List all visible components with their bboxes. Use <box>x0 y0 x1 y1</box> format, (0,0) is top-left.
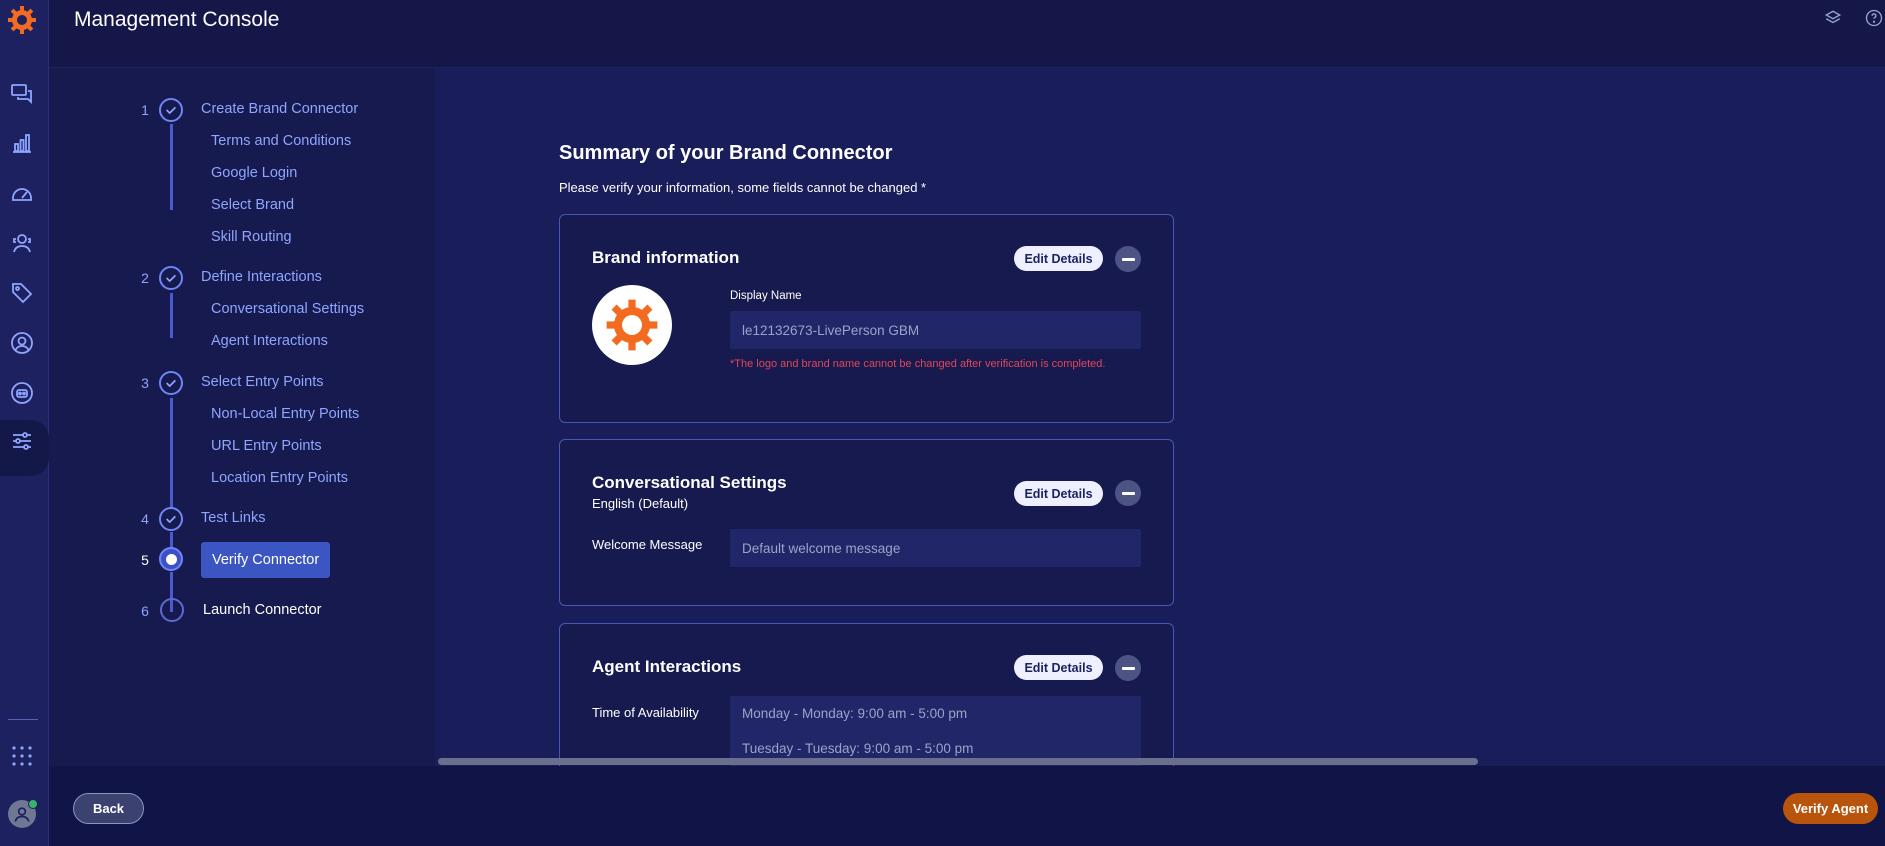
substep-skill-routing[interactable]: Skill Routing <box>211 229 292 245</box>
substep-terms-and-conditions[interactable]: Terms and Conditions <box>211 133 351 149</box>
page-subtitle: Please verify your information, some fie… <box>559 180 927 195</box>
step-complete-icon <box>159 266 183 290</box>
step-number: 1 <box>141 102 149 118</box>
step-connector <box>170 124 173 210</box>
rail-divider <box>8 719 38 720</box>
bot-icon[interactable] <box>9 380 35 406</box>
tag-icon[interactable] <box>9 280 35 306</box>
horizontal-scrollbar[interactable] <box>438 758 1478 765</box>
step-number: 3 <box>141 375 149 391</box>
availability-field: Monday - Monday: 9:00 am - 5:00 pm Tuesd… <box>730 696 1141 766</box>
substep-google-login[interactable]: Google Login <box>211 165 297 181</box>
step-complete-icon <box>159 371 183 395</box>
wizard-stepper: 1 Create Brand Connector Terms and Condi… <box>49 68 435 766</box>
app-title: Management Console <box>74 8 280 31</box>
apps-grid-icon[interactable] <box>9 743 35 769</box>
welcome-message-field: Default welcome message <box>730 529 1141 567</box>
footer-bar: Back Verify Agent <box>49 766 1885 846</box>
analytics-icon[interactable] <box>9 130 35 156</box>
step-define-interactions[interactable]: Define Interactions <box>201 269 322 285</box>
step-complete-icon <box>159 98 183 122</box>
settings-sliders-icon[interactable] <box>9 428 35 454</box>
agent-icon[interactable] <box>9 230 35 256</box>
substep-select-brand[interactable]: Select Brand <box>211 197 294 213</box>
substep-location-entry-points[interactable]: Location Entry Points <box>211 470 348 486</box>
page-title: Summary of your Brand Connector <box>559 142 893 164</box>
brand-information-card: Brand information Edit Details Display N… <box>559 214 1174 423</box>
card-title: Agent Interactions <box>592 657 742 676</box>
collapse-icon[interactable] <box>1115 655 1141 681</box>
step-number: 6 <box>141 603 149 619</box>
edit-brand-details-button[interactable]: Edit Details <box>1014 246 1103 271</box>
main-content: Summary of your Brand Connector Please v… <box>435 68 1885 766</box>
verify-agent-button[interactable]: Verify Agent <box>1783 793 1878 824</box>
substep-non-local-entry-points[interactable]: Non-Local Entry Points <box>211 406 359 422</box>
welcome-message-label: Welcome Message <box>592 537 703 552</box>
card-title: Conversational Settings <box>592 473 787 492</box>
step-number: 2 <box>141 270 149 286</box>
collapse-icon[interactable] <box>1115 480 1141 506</box>
step-test-links[interactable]: Test Links <box>201 510 265 526</box>
availability-row: Monday - Monday: 9:00 am - 5:00 pm <box>742 706 968 721</box>
step-connector <box>170 293 173 338</box>
substep-conversational-settings[interactable]: Conversational Settings <box>211 301 364 317</box>
step-launch-connector[interactable]: Launch Connector <box>203 602 322 618</box>
layers-icon[interactable] <box>1823 8 1843 28</box>
step-pending-icon <box>160 598 184 622</box>
online-status-icon <box>28 799 38 809</box>
availability-row: Tuesday - Tuesday: 9:00 am - 5:00 pm <box>742 741 974 756</box>
collapse-icon[interactable] <box>1115 246 1141 272</box>
user-icon[interactable] <box>9 330 35 356</box>
avatar[interactable] <box>8 799 38 828</box>
step-create-brand-connector[interactable]: Create Brand Connector <box>201 101 358 117</box>
back-button[interactable]: Back <box>73 793 144 824</box>
language-label: English (Default) <box>592 496 689 511</box>
nav-rail <box>0 0 49 846</box>
step-current-icon <box>159 547 183 571</box>
time-of-availability-label: Time of Availability <box>592 705 699 720</box>
step-verify-connector[interactable]: Verify Connector <box>201 542 331 578</box>
card-title: Brand information <box>592 248 740 267</box>
step-select-entry-points[interactable]: Select Entry Points <box>201 374 324 390</box>
liveperson-logo-icon[interactable] <box>6 4 38 36</box>
edit-conversational-details-button[interactable]: Edit Details <box>1014 481 1103 506</box>
substep-url-entry-points[interactable]: URL Entry Points <box>211 438 322 454</box>
display-name-field: le12132673-LivePerson GBM <box>730 311 1141 349</box>
conversational-settings-card: Conversational Settings English (Default… <box>559 439 1174 606</box>
dashboard-icon[interactable] <box>9 180 35 206</box>
step-number: 4 <box>141 511 149 527</box>
step-complete-icon <box>159 507 183 531</box>
brand-logo-icon <box>592 285 672 365</box>
top-header: Management Console <box>49 0 1885 68</box>
step-number: 5 <box>141 552 149 568</box>
edit-agent-details-button[interactable]: Edit Details <box>1014 655 1103 680</box>
step-connector <box>170 398 173 520</box>
substep-agent-interactions[interactable]: Agent Interactions <box>211 333 328 349</box>
help-icon[interactable] <box>1864 8 1884 28</box>
agent-interactions-card: Agent Interactions Edit Details Time of … <box>559 623 1174 766</box>
verification-warning: *The logo and brand name cannot be chang… <box>730 358 1106 370</box>
conversations-icon[interactable] <box>9 80 35 106</box>
display-name-label: Display Name <box>730 290 802 302</box>
